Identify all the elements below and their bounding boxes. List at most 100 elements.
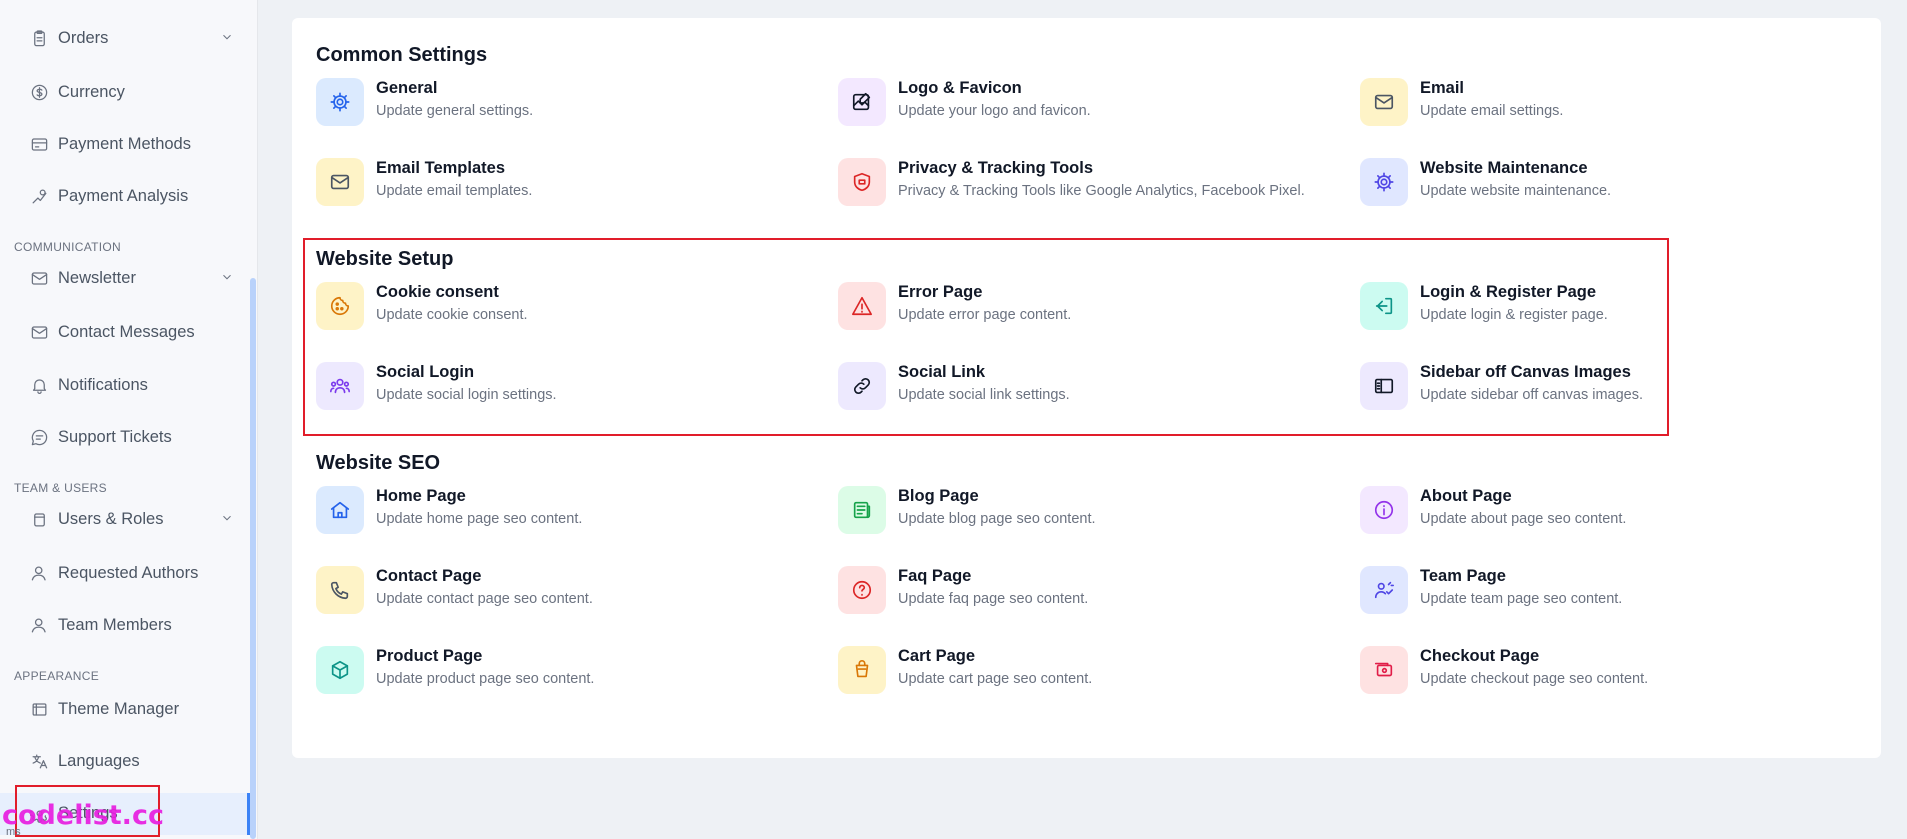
sidebar-item-support-tickets[interactable]: Support Tickets bbox=[28, 420, 238, 454]
settings-card-logo-favicon[interactable]: Logo & Favicon Update your logo and favic… bbox=[838, 78, 1338, 134]
cart-icon bbox=[838, 646, 886, 694]
user-icon bbox=[28, 614, 50, 636]
shield-icon bbox=[838, 158, 886, 206]
gear-icon bbox=[316, 78, 364, 126]
sidebar-item-label: Theme Manager bbox=[58, 699, 180, 718]
settings-card-team-page[interactable]: Team Page Update team page seo content. bbox=[1360, 566, 1860, 622]
card-title: Email bbox=[1420, 79, 1465, 97]
settings-card-blog-page[interactable]: Blog Page Update blog page seo content. bbox=[838, 486, 1338, 542]
settings-card-website-maintenance[interactable]: Website Maintenance Update website mainte… bbox=[1360, 158, 1860, 214]
newspaper-icon bbox=[838, 486, 886, 534]
card-description: Update email templates. bbox=[376, 183, 533, 199]
sidebar-item-label: Currency bbox=[58, 82, 125, 101]
card-title: General bbox=[376, 79, 438, 97]
chevron-down-icon[interactable] bbox=[220, 511, 234, 525]
annotation-box-website-setup bbox=[303, 238, 1669, 436]
sidebar-item-contact-messages[interactable]: Contact Messages bbox=[28, 315, 238, 349]
card-title: Checkout Page bbox=[1420, 647, 1540, 665]
watermark: codelist.cc bbox=[2, 800, 164, 831]
currency-icon bbox=[28, 81, 50, 103]
sidebar-item-requested-authors[interactable]: Requested Authors bbox=[28, 556, 238, 590]
card-description: Update your logo and favicon. bbox=[898, 103, 1091, 119]
info-icon bbox=[1360, 486, 1408, 534]
sidebar-item-payment-analysis[interactable]: Payment Analysis bbox=[28, 179, 238, 213]
settings-card-email[interactable]: Email Update email settings. bbox=[1360, 78, 1860, 134]
section-label-communication: COMMUNICATION bbox=[14, 240, 122, 254]
sidebar-item-label: Languages bbox=[58, 751, 140, 770]
card-title: Faq Page bbox=[898, 567, 972, 585]
settings-card-product-page[interactable]: Product Page Update product page seo cont… bbox=[316, 646, 816, 702]
sidebar-item-payment-methods[interactable]: Payment Methods bbox=[28, 127, 238, 161]
sidebar-item-label: Newsletter bbox=[58, 268, 136, 287]
sidebar-item-orders[interactable]: Orders bbox=[28, 21, 238, 55]
sidebar-item-label: Support Tickets bbox=[58, 427, 172, 446]
card-description: Update contact page seo content. bbox=[376, 591, 593, 607]
question-icon bbox=[838, 566, 886, 614]
card-description: Update cart page seo content. bbox=[898, 671, 1093, 687]
mail-icon bbox=[28, 267, 50, 289]
clipboard-icon bbox=[28, 27, 50, 49]
card-description: Update team page seo content. bbox=[1420, 591, 1623, 607]
settings-card-home-page[interactable]: Home Page Update home page seo content. bbox=[316, 486, 816, 542]
card-description: Update website maintenance. bbox=[1420, 183, 1612, 199]
sidebar-scrollbar[interactable] bbox=[250, 278, 256, 839]
sidebar-item-label: Team Members bbox=[58, 615, 172, 634]
sidebar-item-label: Contact Messages bbox=[58, 322, 195, 341]
settings-card-general[interactable]: General Update general settings. bbox=[316, 78, 816, 134]
sidebar-item-label: Payment Analysis bbox=[58, 186, 189, 205]
chevron-down-icon[interactable] bbox=[220, 30, 234, 44]
settings-card-privacy-tracking-tools[interactable]: Privacy & Tracking Tools Privacy & Tracki… bbox=[838, 158, 1338, 214]
gear-icon bbox=[1360, 158, 1408, 206]
card-description: Update about page seo content. bbox=[1420, 511, 1627, 527]
bell-icon bbox=[28, 374, 50, 396]
sidebar-item-label: Orders bbox=[58, 28, 109, 47]
card-description: Update general settings. bbox=[376, 103, 534, 119]
settings-card-about-page[interactable]: About Page Update about page seo content. bbox=[1360, 486, 1860, 542]
settings-card-contact-page[interactable]: Contact Page Update contact page seo cont… bbox=[316, 566, 816, 622]
card-title: Home Page bbox=[376, 487, 466, 505]
mail-icon bbox=[1360, 78, 1408, 126]
sidebar-item-theme-manager[interactable]: Theme Manager bbox=[28, 692, 238, 726]
sidebar-item-label: Users & Roles bbox=[58, 509, 164, 528]
mail-icon bbox=[316, 158, 364, 206]
section-title-common-settings: Common Settings bbox=[316, 44, 488, 66]
sidebar-item-users-roles[interactable]: Users & Roles bbox=[28, 502, 238, 536]
theme-icon bbox=[28, 698, 50, 720]
settings-card-cart-page[interactable]: Cart Page Update cart page seo content. bbox=[838, 646, 1338, 702]
card-title: Product Page bbox=[376, 647, 483, 665]
sidebar-item-label: Payment Methods bbox=[58, 134, 191, 153]
card-description: Update checkout page seo content. bbox=[1420, 671, 1649, 687]
team-icon bbox=[1360, 566, 1408, 614]
sidebar-sub-text: ms bbox=[6, 826, 21, 838]
section-label-team-users: TEAM & USERS bbox=[14, 481, 107, 495]
analysis-icon bbox=[28, 185, 50, 207]
users-roles-icon bbox=[28, 508, 50, 530]
sidebar: Orders Currency Payment Methods Payment … bbox=[0, 0, 258, 839]
sidebar-item-currency[interactable]: Currency bbox=[28, 75, 238, 109]
sidebar-item-newsletter[interactable]: Newsletter bbox=[28, 261, 238, 295]
card-description: Update home page seo content. bbox=[376, 511, 583, 527]
phone-icon bbox=[316, 566, 364, 614]
card-title: Email Templates bbox=[376, 159, 505, 177]
card-title: Cart Page bbox=[898, 647, 976, 665]
credit-card-icon bbox=[28, 133, 50, 155]
chat-icon bbox=[28, 426, 50, 448]
settings-card-email-templates[interactable]: Email Templates Update email templates. bbox=[316, 158, 816, 214]
sidebar-item-label: Notifications bbox=[58, 375, 148, 394]
settings-card-faq-page[interactable]: Faq Page Update faq page seo content. bbox=[838, 566, 1338, 622]
home-icon bbox=[316, 486, 364, 534]
card-title: Blog Page bbox=[898, 487, 979, 505]
settings-card-checkout-page[interactable]: Checkout Page Update checkout page seo co… bbox=[1360, 646, 1860, 702]
card-title: Privacy & Tracking Tools bbox=[898, 159, 1094, 177]
chevron-down-icon[interactable] bbox=[220, 270, 234, 284]
card-description: Update email settings. bbox=[1420, 103, 1564, 119]
sidebar-item-languages[interactable]: Languages bbox=[28, 744, 238, 778]
translate-icon bbox=[28, 750, 50, 772]
image-edit-icon bbox=[838, 78, 886, 126]
sidebar-item-notifications[interactable]: Notifications bbox=[28, 368, 238, 402]
sidebar-item-team-members[interactable]: Team Members bbox=[28, 608, 238, 642]
card-description: Update faq page seo content. bbox=[898, 591, 1089, 607]
card-title: Team Page bbox=[1420, 567, 1506, 585]
user-icon bbox=[28, 562, 50, 584]
box-icon bbox=[316, 646, 364, 694]
